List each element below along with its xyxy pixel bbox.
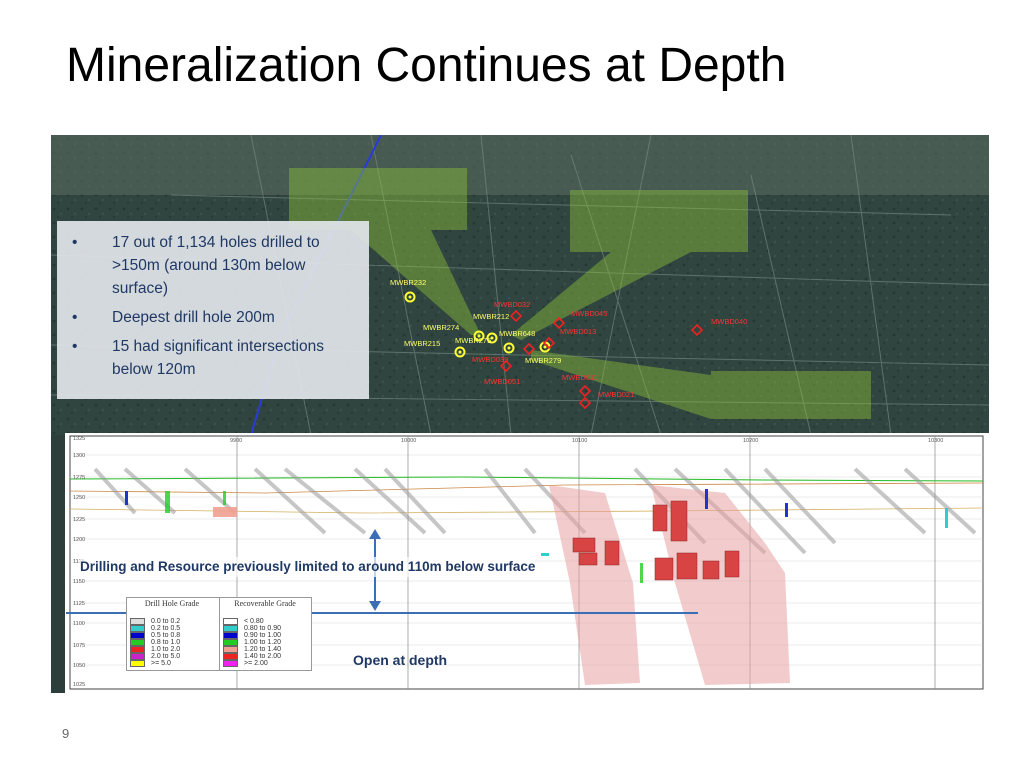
slide-title: Mineralization Continues at Depth: [66, 39, 787, 92]
page-number: 9: [62, 726, 70, 741]
drill-legend-row: 1.0 to 2.0: [127, 646, 217, 653]
svg-text:1025: 1025: [73, 682, 85, 688]
drill-legend-row: 0.2 to 0.5: [127, 625, 217, 632]
legend-label: 1.0 to 2.0: [151, 646, 181, 653]
rec-legend-row: < 0.80: [220, 618, 310, 625]
drill-legend-row: 2.0 to 5.0: [127, 653, 217, 660]
legend-swatch: [130, 653, 145, 660]
svg-text:9900: 9900: [230, 438, 242, 444]
svg-text:10200: 10200: [743, 438, 758, 444]
legend-swatch: [223, 618, 238, 625]
legend-swatch: [130, 625, 145, 632]
legend-label: 1.40 to 2.00: [244, 653, 281, 660]
legend-swatch: [223, 639, 238, 646]
svg-text:1150: 1150: [73, 579, 85, 585]
legend-label: < 0.80: [244, 618, 264, 625]
legend-swatch: [223, 646, 238, 653]
legend-swatch: [130, 632, 145, 639]
map-label-hole: MWBD039: [472, 355, 508, 364]
bullet-item: • Deepest drill hole 200m: [72, 309, 275, 326]
legend-swatch: [130, 639, 145, 646]
svg-text:1100: 1100: [73, 621, 85, 627]
svg-text:1300: 1300: [73, 453, 85, 459]
rec-legend-row: 0.90 to 1.00: [220, 632, 310, 639]
svg-text:10100: 10100: [572, 438, 587, 444]
map-label-hole: MWBD032: [494, 300, 530, 309]
legend-label: 2.0 to 5.0: [151, 653, 181, 660]
svg-text:1250: 1250: [73, 495, 85, 501]
legend-label: >= 2.00: [244, 660, 268, 667]
rec-legend-row: 0.80 to 0.90: [220, 625, 310, 632]
legend-swatch: [223, 660, 238, 667]
map-label-hole: MWBD040: [711, 317, 747, 326]
drill-grade-legend: Drill Hole Grade 0.0 to 0.2 0.2 to 0.5 0.5…: [127, 598, 217, 670]
svg-text:1325: 1325: [73, 436, 85, 442]
map-label-hole: MWBD011: [562, 373, 598, 382]
legend-label: 1.20 to 1.40: [244, 646, 281, 653]
rec-legend-row: 1.40 to 2.00: [220, 653, 310, 660]
open-at-depth-note: Open at depth: [353, 652, 448, 668]
map-label-hole: MWBR212: [473, 312, 509, 321]
legend-label: 0.80 to 0.90: [244, 625, 281, 632]
svg-text:1075: 1075: [73, 643, 85, 649]
map-label-hole: MWBR648: [499, 329, 535, 338]
rec-legend-row: 1.20 to 1.40: [220, 646, 310, 653]
map-label-hole: MWBD051: [484, 377, 520, 386]
legend-swatch: [130, 646, 145, 653]
rec-legend-row: >= 2.00: [220, 660, 310, 667]
drill-legend-row: 0.5 to 0.8: [127, 632, 217, 639]
recoverable-grade-legend: Recoverable Grade < 0.80 0.80 to 0.90 0.90…: [219, 598, 310, 670]
map-label-hole: MWBR279: [525, 356, 561, 365]
bullet-item: • 17 out of 1,134 holes drilled to >150m …: [72, 234, 320, 297]
legend-label: 0.8 to 1.0: [151, 639, 181, 646]
svg-text:1200: 1200: [73, 537, 85, 543]
legend-swatch: [223, 625, 238, 632]
rec-legend-row: 1.00 to 1.20: [220, 639, 310, 646]
bullet-item: • 15 had significant intersections below …: [72, 338, 324, 378]
svg-text:1050: 1050: [73, 663, 85, 669]
map-label-hole: MWBD021: [598, 390, 634, 399]
legend-swatch: [130, 660, 145, 667]
map-label-hole: MWBR232: [390, 278, 426, 287]
legend-label: 0.90 to 1.00: [244, 632, 281, 639]
legend-swatch: [223, 653, 238, 660]
drill-legend-row: 0.0 to 0.2: [127, 618, 217, 625]
map-label-hole: MWBD045: [571, 309, 607, 318]
svg-text:1275: 1275: [73, 475, 85, 481]
map-label-hole: MWBR215: [404, 339, 440, 348]
limited-depth-note: Drilling and Resource previously limited…: [80, 557, 536, 577]
svg-text:1125: 1125: [73, 601, 85, 607]
legend-label: 0.2 to 0.5: [151, 625, 181, 632]
map-label-hole: MWBR275: [455, 336, 491, 345]
legend-label: 1.00 to 1.20: [244, 639, 281, 646]
map-label-hole: MWBD013: [560, 327, 596, 336]
svg-text:10000: 10000: [401, 438, 416, 444]
svg-text:10300: 10300: [928, 438, 943, 444]
legend-label: 0.0 to 0.2: [151, 618, 181, 625]
legend-label: >= 5.0: [151, 660, 171, 667]
drill-legend-row: 0.8 to 1.0: [127, 639, 217, 646]
legend-swatch: [130, 618, 145, 625]
svg-text:1225: 1225: [73, 517, 85, 523]
legend-swatch: [223, 632, 238, 639]
legend-label: 0.5 to 0.8: [151, 632, 181, 639]
map-label-hole: MWBR274: [423, 323, 459, 332]
drill-legend-row: >= 5.0: [127, 660, 217, 667]
grade-legend: Drill Hole Grade 0.0 to 0.2 0.2 to 0.5 0.5…: [126, 597, 312, 671]
bullet-box: • 17 out of 1,134 holes drilled to >150m …: [57, 221, 369, 399]
